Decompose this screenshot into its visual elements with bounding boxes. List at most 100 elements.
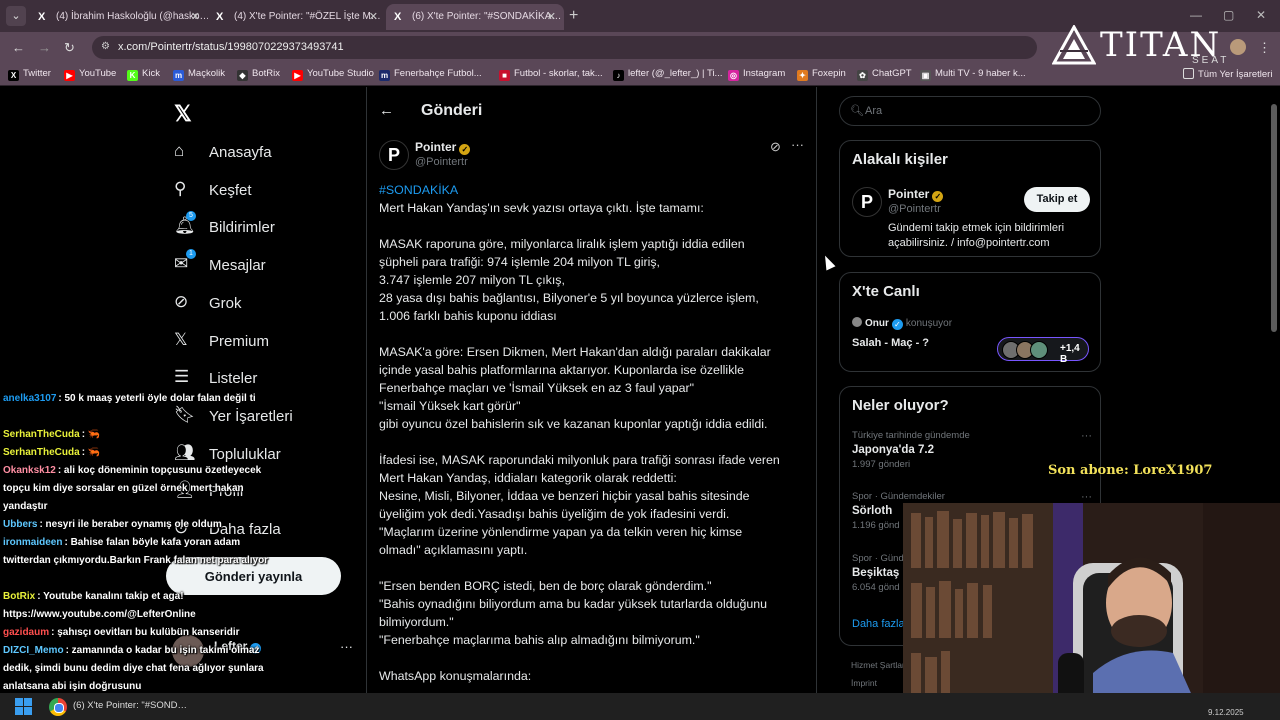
site-info-icon[interactable]: ⚙	[101, 41, 110, 52]
footer-link[interactable]: Hizmet Şartları	[851, 660, 907, 670]
nav-label: Premium	[209, 332, 270, 350]
nav-label: Bildirimler	[209, 219, 275, 237]
tab-title: (6) X'te Pointer: "#SONDAKİKA…	[412, 11, 562, 22]
bookmark-item[interactable]: X Twitter	[8, 68, 51, 81]
tab-search-button[interactable]: ⌄	[6, 6, 26, 26]
post-line: İfadesi ise, MASAK raporundaki milyonluk…	[379, 453, 780, 467]
search-placeholder: Ara	[865, 105, 883, 117]
bookmark-item[interactable]: ▶ YouTube Studio	[292, 68, 374, 81]
chat-message: ironmaideen: Bahise falan böyle kafa yor…	[3, 534, 275, 570]
browser-tab-active[interactable]: X (6) X'te Pointer: "#SONDAKİKA… ✕	[386, 4, 564, 30]
chat-username: DIZCI_Memo	[3, 645, 64, 656]
post-line: Nesine, Misli, Bilyoner, İddaa ve benzer…	[379, 489, 750, 503]
post-line: içinde yasal bahis platformlarına aktarı…	[379, 363, 745, 377]
author-name[interactable]: Pointer ✓	[415, 140, 471, 155]
chat-username: BotRix	[3, 591, 36, 602]
x-logo-icon[interactable]: 𝕏	[174, 101, 192, 127]
post-line	[379, 433, 809, 451]
windows-start-icon[interactable]	[15, 698, 32, 715]
author-avatar[interactable]: P	[379, 140, 409, 170]
browser-menu-icon[interactable]: ⋮	[1258, 40, 1271, 56]
trend-more-icon[interactable]: ···	[1081, 491, 1092, 503]
bookmark-item[interactable]: m Fenerbahçe Futbol...	[379, 68, 482, 81]
show-more-link[interactable]: Daha fazla	[852, 618, 905, 630]
browser-tab[interactable]: X (4) X'te Pointer: "#ÖZEL İşte M… ✕	[208, 4, 386, 30]
back-arrow-icon[interactable]: ←	[379, 102, 394, 119]
post-line: MASAK raporuna göre, milyonlarca liralık…	[379, 237, 745, 251]
close-tab-icon[interactable]: ✕	[191, 10, 200, 23]
post-line: Mert Hakan Yandaş, iddiaları kategorik o…	[379, 471, 677, 485]
column-divider	[816, 87, 817, 720]
post-line: 3.747 işlemle 207 milyon TL çıkış,	[379, 273, 565, 287]
browser-tab[interactable]: X (4) İbrahim Haskoloğlu (@hasko… ✕	[30, 4, 208, 30]
bookmark-item[interactable]: ♪ lefter (@_lefter_) | Ti...	[613, 68, 722, 81]
maximize-icon[interactable]: ▢	[1223, 8, 1234, 22]
footer-link[interactable]: İmprint	[851, 678, 877, 688]
bookmark-item[interactable]: ▣ Multi TV - 9 haber k...	[920, 68, 1026, 81]
bookmark-favicon-icon: X	[8, 70, 19, 81]
post-line: Fenerbahçe maçları ve 'İsmail Yüksek en …	[379, 381, 695, 395]
chrome-icon[interactable]	[49, 698, 67, 716]
more-icon: ···	[340, 639, 353, 654]
close-tab-icon[interactable]: ✕	[547, 10, 556, 23]
column-divider	[366, 87, 367, 720]
x-favicon-icon: X	[38, 11, 46, 23]
avatar	[1030, 341, 1048, 359]
verified-gold-icon: ✓	[459, 144, 471, 155]
live-listeners[interactable]: +1,4 B	[997, 337, 1089, 365]
back-icon[interactable]: ←	[12, 40, 25, 55]
address-bar[interactable]: ⚙ x.com/Pointertr/status/199807022937349…	[92, 36, 1037, 59]
bookmark-item[interactable]: ◆ BotRix	[237, 68, 280, 81]
chat-text: : nesyri ile beraber oynamış ole oldum	[39, 519, 222, 530]
post-line: MASAK'a göre: Ersen Dikmen, Mert Hakan'd…	[379, 345, 771, 359]
chat-username: SerhanTheCuda	[3, 447, 80, 458]
trend-more-icon[interactable]: ···	[1081, 430, 1092, 442]
bookmark-item[interactable]: ◎ Instagram	[728, 68, 785, 81]
author-handle[interactable]: @Pointertr	[415, 156, 468, 168]
bookmark-item[interactable]: ✦ Foxepin	[797, 68, 846, 81]
profile-avatar[interactable]	[1230, 39, 1246, 55]
reload-icon[interactable]: ↻	[64, 40, 75, 56]
live-topic[interactable]: Salah - Maç - ?	[852, 337, 929, 349]
all-bookmarks-label: Tüm Yer İşaretleri	[1198, 69, 1273, 80]
follow-button[interactable]: Takip et	[1024, 187, 1090, 212]
bookmark-item[interactable]: ■ Futbol - skorlar, tak...	[499, 68, 603, 81]
post-line: "Ersen benden BORÇ istedi, ben de borç o…	[379, 579, 712, 593]
bookmark-favicon-icon: m	[173, 70, 184, 81]
related-name[interactable]: Pointer ✓	[888, 187, 944, 202]
webcam-feed	[903, 503, 1280, 720]
bookmark-label: Instagram	[743, 68, 786, 79]
search-input[interactable]: 🔍︎ Ara	[839, 96, 1101, 126]
taskbar-window-title[interactable]: (6) X'te Pointer: "#SOND…	[73, 700, 187, 711]
forward-icon[interactable]: →	[38, 40, 51, 55]
close-window-icon[interactable]: ✕	[1256, 8, 1266, 22]
new-tab-button[interactable]: +	[569, 7, 578, 25]
bookmark-label: YouTube	[79, 68, 117, 79]
minimize-icon[interactable]: —	[1190, 8, 1202, 22]
search-icon: 🔍︎	[850, 105, 864, 117]
post-text: #SONDAKİKA Mert Hakan Yandaş'ın sevk yazı…	[379, 181, 809, 685]
bookmark-item[interactable]: ▶ YouTube	[64, 68, 116, 81]
all-bookmarks-folder[interactable]: Tüm Yer İşaretleri	[1183, 68, 1272, 80]
chat-message: SerhanTheCuda: 🦐	[3, 444, 275, 462]
bookmark-item[interactable]: K Kick	[127, 68, 160, 81]
related-handle[interactable]: @Pointertr	[888, 203, 941, 215]
bookmark-favicon-icon: K	[127, 70, 138, 81]
live-host[interactable]: Onur ✓ konuşuyor	[852, 317, 952, 330]
bookmark-item[interactable]: m Maçkolik	[173, 68, 225, 81]
bookmark-item[interactable]: ✿ ChatGPT	[857, 68, 912, 81]
close-tab-icon[interactable]: ✕	[369, 10, 378, 23]
x-favicon-icon: X	[216, 11, 224, 23]
scrollbar-thumb[interactable]	[1271, 104, 1277, 332]
grok-explain-icon[interactable]: ⊘	[770, 139, 781, 155]
post-more-icon[interactable]: ···	[791, 137, 804, 152]
chat-message: Ubbers: nesyri ile beraber oynamış ole o…	[3, 516, 275, 534]
bookmark-favicon-icon: ▶	[292, 70, 303, 81]
chat-username: anelka3107	[3, 393, 57, 404]
nav-label: Keşfet	[209, 181, 252, 199]
bookmark-favicon-icon: ■	[499, 70, 510, 81]
post-hashtag[interactable]: #SONDAKİKA	[379, 181, 809, 199]
chat-username: ironmaideen	[3, 537, 63, 548]
avatar[interactable]: P	[852, 187, 882, 217]
chat-message: DIZCI_Memo: zamanında o kadar bu işin ta…	[3, 642, 275, 696]
